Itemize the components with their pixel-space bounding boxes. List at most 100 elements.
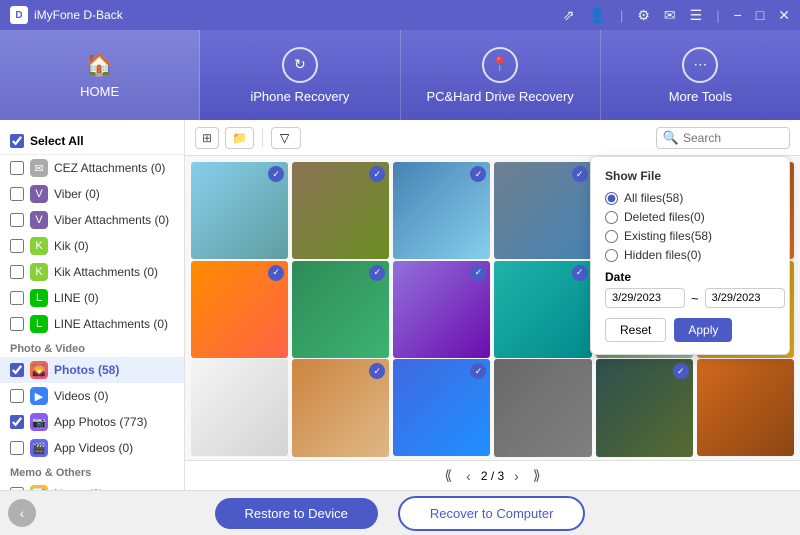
sidebar-item-app-videos[interactable]: 🎬 App Videos (0) [0, 435, 184, 461]
kik-att-checkbox[interactable] [10, 265, 24, 279]
filter-btn[interactable]: ▽ [271, 127, 301, 149]
photo-check-indicator: ✓ [268, 265, 284, 281]
photo-cell[interactable] [494, 359, 591, 456]
viber-att-checkbox[interactable] [10, 213, 24, 227]
nav-home[interactable]: 🏠 HOME [0, 30, 200, 120]
viber-icon: V [30, 185, 48, 203]
filter-hidden-radio[interactable] [605, 249, 618, 262]
date-to-input[interactable] [705, 288, 785, 308]
viber-checkbox[interactable] [10, 187, 24, 201]
photo-cell[interactable]: ✓ [393, 261, 490, 358]
search-input[interactable] [683, 131, 783, 145]
photo-cell[interactable]: ✓ [494, 162, 591, 259]
photo-cell[interactable]: ✓ [393, 162, 490, 259]
minimize-icon[interactable]: − [734, 7, 742, 23]
next-page-btn[interactable]: › [510, 468, 523, 484]
filter-existing-label: Existing files(58) [624, 229, 712, 243]
filter-icon: ▽ [280, 131, 289, 145]
cel-att-label: CEZ Attachments (0) [54, 161, 165, 175]
sidebar-item-photos[interactable]: 🌄 Photos (58) [0, 357, 184, 383]
mail-icon[interactable]: ✉ [664, 7, 676, 24]
search-box[interactable]: 🔍 [656, 127, 790, 149]
first-page-btn[interactable]: ⟪ [440, 467, 456, 484]
nav-iphone[interactable]: ↻ iPhone Recovery [200, 30, 400, 120]
photo-cell[interactable] [191, 359, 288, 456]
select-all-row[interactable]: Select All [0, 128, 184, 155]
pc-icon-circle: 📍 [482, 47, 518, 83]
photo-cell[interactable]: ✓ [191, 261, 288, 358]
recover-to-computer-btn[interactable]: Recover to Computer [398, 496, 586, 531]
photo-cell[interactable]: ✓ [191, 162, 288, 259]
sidebar-item-notes[interactable]: 📝 Notes (0) [0, 481, 184, 490]
toolbar-separator [262, 129, 263, 147]
photo-cell[interactable]: ✓ [292, 162, 389, 259]
photo-cell[interactable]: ✓ [393, 359, 490, 456]
app-videos-checkbox[interactable] [10, 441, 24, 455]
line-checkbox[interactable] [10, 291, 24, 305]
filter-hidden-files[interactable]: Hidden files(0) [605, 248, 775, 262]
more-icon: ⋯ [693, 56, 707, 73]
select-all-checkbox[interactable] [10, 134, 24, 148]
user-icon[interactable]: 👤 [589, 7, 606, 24]
titlebar-right: ⇗ 👤 | ⚙ ✉ ☰ | − □ ✕ [563, 7, 790, 24]
nav-more-label: More Tools [669, 89, 732, 104]
sidebar-item-app-photos[interactable]: 📷 App Photos (773) [0, 409, 184, 435]
nav-more[interactable]: ⋯ More Tools [601, 30, 800, 120]
nav-pc[interactable]: 📍 PC&Hard Drive Recovery [401, 30, 601, 120]
maximize-icon[interactable]: □ [756, 7, 764, 23]
search-icon: 🔍 [663, 130, 679, 146]
photo-check-indicator: ✓ [470, 265, 486, 281]
last-page-btn[interactable]: ⟫ [529, 467, 545, 484]
filter-existing-files[interactable]: Existing files(58) [605, 229, 775, 243]
line-att-checkbox[interactable] [10, 317, 24, 331]
photo-cell[interactable]: ✓ [292, 261, 389, 358]
nav-home-label: HOME [80, 84, 119, 99]
filter-all-files[interactable]: All files(58) [605, 191, 775, 205]
grid-view-btn[interactable]: ⊞ [195, 127, 219, 149]
photo-cell[interactable]: ✓ [494, 261, 591, 358]
sidebar-item-videos[interactable]: ▶ Videos (0) [0, 383, 184, 409]
photo-cell[interactable]: ✓ [596, 359, 693, 456]
sidebar-item-viber-att[interactable]: V Viber Attachments (0) [0, 207, 184, 233]
settings-icon[interactable]: ⚙ [637, 7, 650, 24]
sidebar-item-line[interactable]: L LINE (0) [0, 285, 184, 311]
filter-apply-btn[interactable]: Apply [674, 318, 732, 342]
prev-page-btn[interactable]: ‹ [462, 468, 475, 484]
filter-deleted-radio[interactable] [605, 211, 618, 224]
filter-reset-btn[interactable]: Reset [605, 318, 666, 342]
videos-checkbox[interactable] [10, 389, 24, 403]
folder-view-btn[interactable]: 📁 [225, 127, 254, 149]
photo-cell[interactable]: ✓ [292, 359, 389, 456]
sidebar-item-line-att[interactable]: L LINE Attachments (0) [0, 311, 184, 337]
sidebar-item-viber[interactable]: V Viber (0) [0, 181, 184, 207]
restore-to-device-btn[interactable]: Restore to Device [215, 498, 378, 529]
filter-dropdown: Show File All files(58) Deleted files(0)… [590, 156, 790, 355]
close-icon[interactable]: ✕ [778, 7, 790, 24]
kik-checkbox[interactable] [10, 239, 24, 253]
pc-icon: 📍 [491, 56, 508, 73]
photos-checkbox[interactable] [10, 363, 24, 377]
app-photos-checkbox[interactable] [10, 415, 24, 429]
more-icon-circle: ⋯ [682, 47, 718, 83]
filter-existing-radio[interactable] [605, 230, 618, 243]
titlebar: D iMyFone D-Back ⇗ 👤 | ⚙ ✉ ☰ | − □ ✕ [0, 0, 800, 30]
photo-check-indicator: ✓ [470, 166, 486, 182]
filter-hidden-label: Hidden files(0) [624, 248, 701, 262]
share-icon[interactable]: ⇗ [563, 7, 575, 24]
sidebar-item-kik[interactable]: K Kik (0) [0, 233, 184, 259]
date-from-input[interactable] [605, 288, 685, 308]
photo-cell[interactable] [697, 359, 794, 456]
app-title: iMyFone D-Back [34, 8, 123, 22]
filter-actions: Reset Apply [605, 318, 775, 342]
pagination: ⟪ ‹ 2 / 3 › ⟫ [185, 460, 800, 490]
filter-all-radio[interactable] [605, 192, 618, 205]
photo-check-indicator: ✓ [470, 363, 486, 379]
filter-deleted-files[interactable]: Deleted files(0) [605, 210, 775, 224]
cel-att-checkbox[interactable] [10, 161, 24, 175]
sidebar-item-cel-attachments[interactable]: ✉ CEZ Attachments (0) [0, 155, 184, 181]
back-btn[interactable]: ‹ [8, 499, 36, 527]
filter-deleted-label: Deleted files(0) [624, 210, 705, 224]
sidebar-item-kik-att[interactable]: K Kik Attachments (0) [0, 259, 184, 285]
menu-icon[interactable]: ☰ [690, 7, 703, 24]
app-photos-label: App Photos (773) [54, 415, 147, 429]
